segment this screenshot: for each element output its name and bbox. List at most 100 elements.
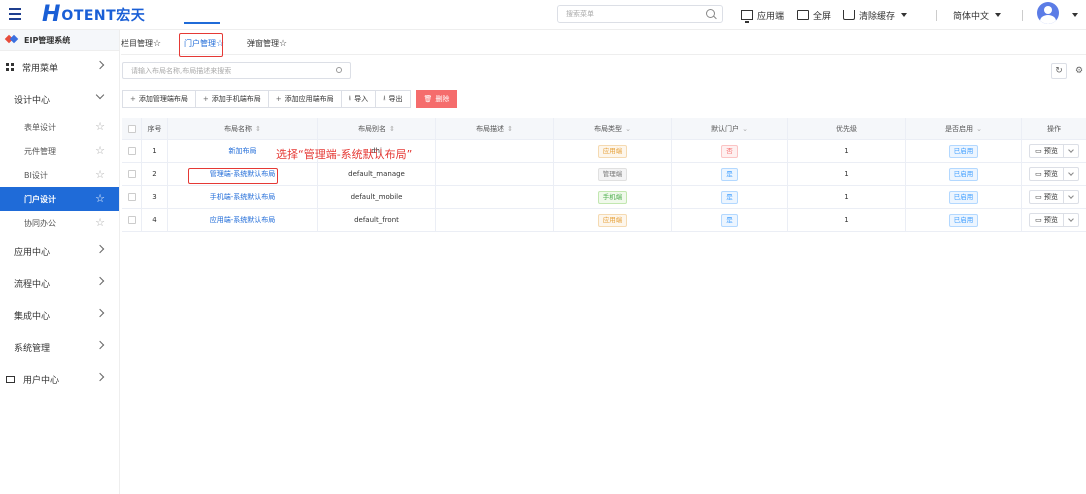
sort-icon[interactable]: ⇕ <box>255 125 261 133</box>
sidebar-item-user-center[interactable]: 用户中心 <box>0 363 119 395</box>
star-icon[interactable]: ☆ <box>95 145 105 156</box>
default-badge: 是 <box>721 167 738 181</box>
preview-split-button: ▭ 预览 <box>1029 167 1079 181</box>
sidebar-subitem-portal-design[interactable]: 门户设计 ☆ <box>0 187 119 211</box>
layout-name-link[interactable]: 新加布局 <box>229 146 257 156</box>
page-tabs: 栏目管理☆ 门户管理☆ 弹窗管理☆ <box>121 30 1086 55</box>
enabled-badge: 已启用 <box>948 213 979 227</box>
preview-button[interactable]: ▭ 预览 <box>1030 168 1064 180</box>
tab-popup-manage[interactable]: 弹窗管理☆ <box>247 38 287 49</box>
table-row[interactable]: 4 应用端-系统默认布局 default_front 应用端 是 1 已启用 ▭… <box>122 209 1086 232</box>
table-row[interactable]: 1 新加布局 dhj 应用端 否 1 已启用 ▭ 预览 <box>122 140 1086 163</box>
system-switcher[interactable]: EIP管理系统 <box>0 30 119 51</box>
col-desc[interactable]: 布局描述 ⇕ <box>436 118 554 139</box>
import-button[interactable]: ⭳ 导入 <box>340 90 377 108</box>
cell-name: 应用端-系统默认布局 <box>168 209 318 231</box>
star-icon[interactable]: ☆ <box>95 121 105 132</box>
table-row[interactable]: 3 手机端-系统默认布局 default_mobile 手机端 是 1 已启用 … <box>122 186 1086 209</box>
col-name[interactable]: 布局名称 ⇕ <box>168 118 318 139</box>
col-type[interactable]: 布局类型 ⌄ <box>554 118 672 139</box>
default-badge: 是 <box>721 190 738 204</box>
enabled-badge: 已启用 <box>948 167 979 181</box>
col-no: 序号 <box>142 118 168 139</box>
filter-icon[interactable]: ⌄ <box>625 125 631 133</box>
more-dropdown-button[interactable] <box>1064 168 1078 180</box>
row-checkbox[interactable] <box>127 216 136 224</box>
more-dropdown-button[interactable] <box>1064 191 1078 203</box>
sidebar-subitem-form-design[interactable]: 表单设计 ☆ <box>0 115 119 139</box>
more-dropdown-button[interactable] <box>1064 214 1078 226</box>
menu-search[interactable] <box>557 5 723 23</box>
chevron-down-icon[interactable] <box>1072 13 1078 17</box>
star-icon[interactable]: ☆ <box>95 217 105 228</box>
sidebar-item-design-center[interactable]: 设计中心 <box>0 83 119 115</box>
cell-enabled: 已启用 <box>906 186 1022 208</box>
star-icon[interactable]: ☆ <box>95 169 105 180</box>
cell-type: 管理端 <box>554 163 672 185</box>
delete-button[interactable]: 🗑 删除 <box>415 90 458 108</box>
search-icon[interactable] <box>706 9 715 18</box>
sidebar-item-app-center[interactable]: 应用中心 <box>0 235 119 267</box>
cell-op: ▭ 预览 <box>1022 163 1086 185</box>
star-icon[interactable]: ☆ <box>95 193 105 204</box>
preview-split-button: ▭ 预览 <box>1029 213 1079 227</box>
col-alias[interactable]: 布局别名 ⇕ <box>318 118 436 139</box>
cell-default: 是 <box>672 209 788 231</box>
sidebar-item-system[interactable]: 系统管理 <box>0 331 119 363</box>
cell-alias: default_mobile <box>318 186 436 208</box>
refresh-button[interactable]: ↻ <box>1051 63 1067 79</box>
sidebar-item-integration[interactable]: 集成中心 <box>0 299 119 331</box>
clear-cache-button[interactable]: 清除缓存 <box>843 8 908 22</box>
avatar[interactable] <box>1037 2 1059 24</box>
language-select[interactable]: 简体中文 <box>953 8 1002 22</box>
preview-button[interactable]: ▭ 预览 <box>1030 191 1064 203</box>
tab-column-manage[interactable]: 栏目管理☆ <box>121 38 161 49</box>
cell-default: 是 <box>672 163 788 185</box>
sidebar-item-common-menu[interactable]: 常用菜单 <box>0 51 119 83</box>
clear-cache-icon <box>843 10 855 20</box>
search-icon[interactable] <box>336 67 342 73</box>
more-dropdown-button[interactable] <box>1064 145 1078 157</box>
sort-icon[interactable]: ⇕ <box>507 125 513 133</box>
sidebar-subitem-component[interactable]: 元件管理 ☆ <box>0 139 119 163</box>
select-all-checkbox[interactable] <box>127 124 136 133</box>
fullscreen-button[interactable]: 全屏 <box>797 8 831 22</box>
row-checkbox[interactable] <box>127 193 136 201</box>
add-app-layout-button[interactable]: + 添加应用端布局 <box>267 90 342 108</box>
sidebar-subitem-bi-design[interactable]: BI设计 ☆ <box>0 163 119 187</box>
chevron-right-icon <box>95 276 105 286</box>
app-end-button[interactable]: 应用端 <box>741 8 784 23</box>
preview-button[interactable]: ▭ 预览 <box>1030 214 1064 226</box>
menu-search-input[interactable] <box>558 6 698 22</box>
export-button[interactable]: ⭳ 导出 <box>375 90 411 108</box>
chevron-down-icon <box>995 13 1002 17</box>
gear-icon: ⚙ <box>1074 66 1084 76</box>
star-icon[interactable]: ☆ <box>153 39 161 49</box>
layout-name-link[interactable]: 应用端-系统默认布局 <box>210 215 276 225</box>
layout-name-link[interactable]: 手机端-系统默认布局 <box>210 192 276 202</box>
filter-icon[interactable]: ⌄ <box>742 125 748 133</box>
layout-search-input[interactable] <box>123 63 323 78</box>
star-icon[interactable]: ☆ <box>279 39 287 49</box>
col-enabled[interactable]: 是否启用 ⌄ <box>906 118 1022 139</box>
sort-icon[interactable]: ⇕ <box>389 125 395 133</box>
preview-button[interactable]: ▭ 预览 <box>1030 145 1064 157</box>
cell-type: 应用端 <box>554 209 672 231</box>
cell-alias: default_front <box>318 209 436 231</box>
chevron-down-icon <box>1068 170 1074 176</box>
logo-text: OTENT宏天 <box>61 8 146 24</box>
default-badge: 是 <box>721 213 738 227</box>
row-checkbox[interactable] <box>127 147 136 155</box>
col-default[interactable]: 默认门户 ⌄ <box>672 118 788 139</box>
add-mobile-layout-button[interactable]: + 添加手机端布局 <box>194 90 269 108</box>
menu-toggle-icon[interactable] <box>9 8 21 21</box>
sidebar-item-flow-center[interactable]: 流程中心 <box>0 267 119 299</box>
add-manage-layout-button[interactable]: + 添加管理端布局 <box>122 90 196 108</box>
layout-search[interactable] <box>122 62 351 79</box>
monitor-icon <box>6 375 15 383</box>
cell-desc <box>436 163 554 185</box>
settings-button[interactable]: ⚙ <box>1071 63 1086 79</box>
sidebar-subitem-collab[interactable]: 协同办公 ☆ <box>0 211 119 235</box>
row-checkbox[interactable] <box>127 170 136 178</box>
filter-icon[interactable]: ⌄ <box>976 125 982 133</box>
